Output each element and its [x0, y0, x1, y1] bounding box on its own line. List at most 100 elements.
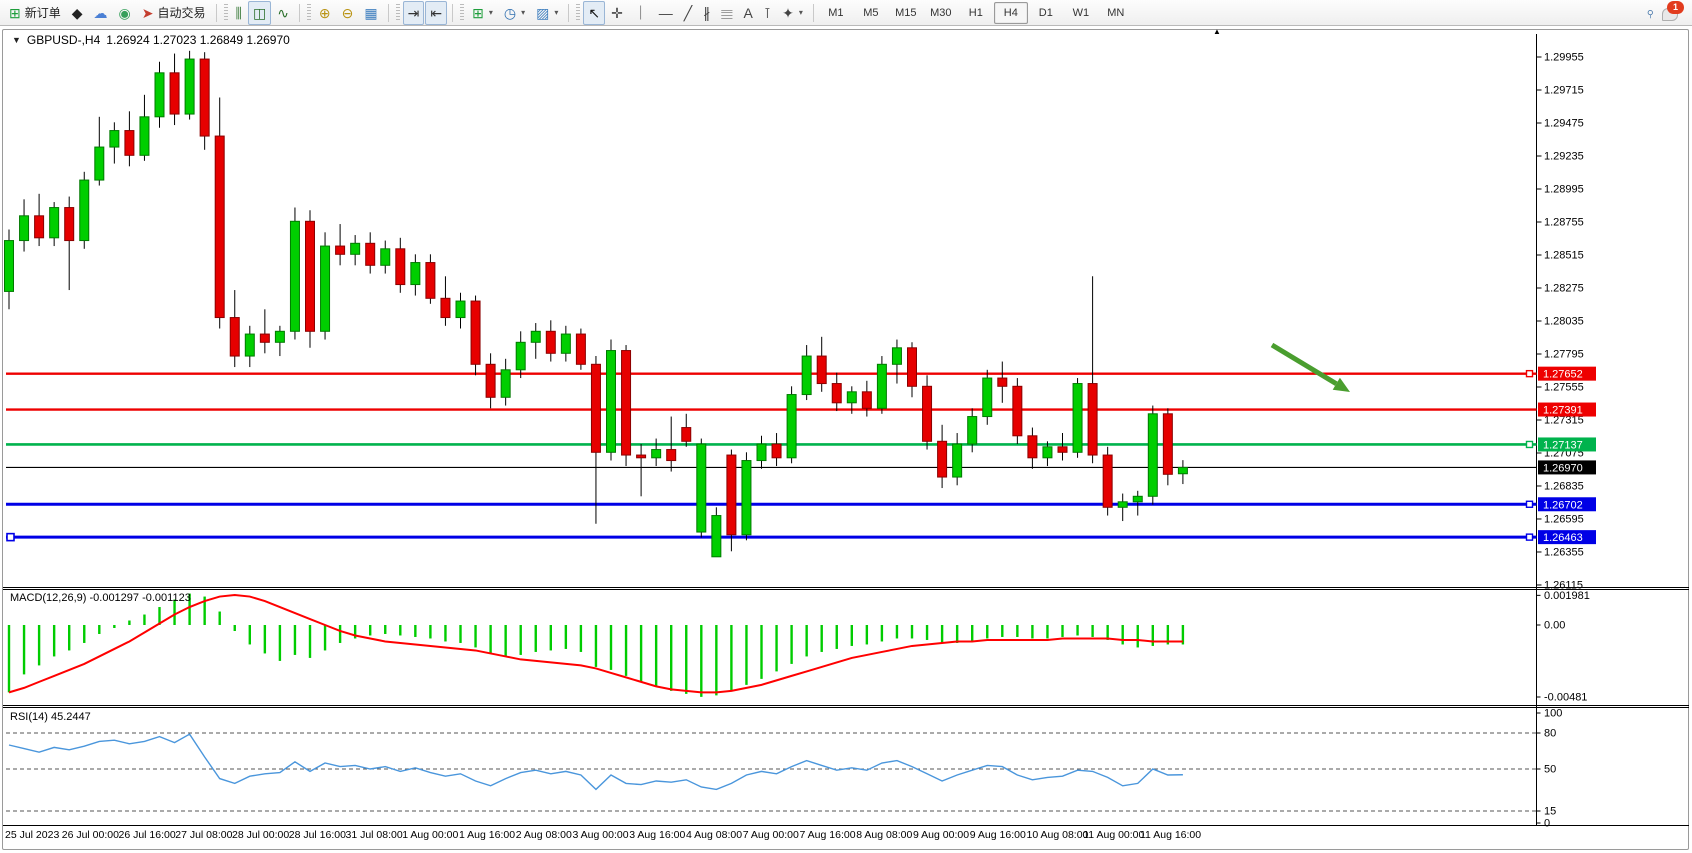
- symbol-period-label: GBPUSD-,H4: [27, 33, 100, 47]
- line-handle[interactable]: [1527, 501, 1533, 507]
- signals-button[interactable]: ◉: [114, 1, 136, 25]
- auto-scroll-button[interactable]: ⇥: [403, 1, 425, 25]
- search-icon[interactable]: ⌕: [1641, 4, 1659, 22]
- chart-shift-button[interactable]: ⇤: [425, 1, 447, 25]
- time-axis-label: 1 Aug 00:00: [402, 829, 458, 841]
- rsi-line: [9, 734, 1183, 789]
- price-line-value: 1.26970: [1543, 462, 1583, 474]
- cursor-button[interactable]: ↖: [583, 1, 605, 25]
- dropdown-caret-icon[interactable]: ▾: [554, 8, 558, 17]
- candlestick-icon: ◫: [253, 6, 266, 20]
- candle: [1013, 386, 1022, 435]
- candle: [441, 298, 450, 317]
- vertical-line-button[interactable]: ｜: [629, 1, 653, 25]
- horizontal-line-button[interactable]: —: [654, 1, 678, 25]
- candle: [667, 450, 676, 461]
- market-watch-button[interactable]: ◆: [67, 1, 88, 25]
- dropdown-caret-icon[interactable]: ▾: [799, 8, 803, 17]
- candle: [832, 384, 841, 403]
- candle: [80, 180, 89, 240]
- time-axis-label: 1 Aug 16:00: [459, 829, 515, 841]
- new-order-button[interactable]: ⊞新订单: [4, 1, 66, 25]
- profile-button[interactable]: ☁: [89, 1, 113, 25]
- price-axis-tick: 1.29715: [1544, 84, 1584, 96]
- auto-trading-icon: ➤: [142, 6, 154, 20]
- candle: [396, 249, 405, 285]
- candle: [591, 364, 600, 452]
- timeframe-m15-button[interactable]: M15: [889, 2, 923, 24]
- toolbar-grip: [307, 4, 311, 22]
- candle: [426, 263, 435, 299]
- candle: [155, 73, 164, 117]
- trend-arrow-object[interactable]: [1272, 345, 1336, 384]
- timeframe-w1-button[interactable]: W1: [1064, 2, 1098, 24]
- candlestick-button[interactable]: ◫: [248, 1, 271, 25]
- text-button[interactable]: A: [738, 1, 757, 25]
- bar-chart-button[interactable]: ⫼: [231, 1, 247, 25]
- chart-shift-marker-icon[interactable]: ▲: [1213, 27, 1221, 36]
- zoom-out-button[interactable]: ⊖: [337, 1, 359, 25]
- auto-trading-button[interactable]: ➤自动交易: [137, 1, 211, 25]
- candle: [637, 455, 646, 458]
- candle: [456, 301, 465, 317]
- timeframe-h1-button[interactable]: H1: [959, 2, 993, 24]
- line-chart-button[interactable]: ∿: [272, 1, 294, 25]
- dropdown-caret-icon[interactable]: ▾: [489, 8, 493, 17]
- price-chart-canvas[interactable]: 1.299551.297151.294751.292351.289951.287…: [0, 0, 1692, 853]
- price-axis-tick: 1.26595: [1544, 513, 1584, 525]
- trendline-button[interactable]: ╱: [679, 1, 697, 25]
- candle: [1178, 467, 1187, 473]
- candle: [652, 450, 661, 458]
- timeframe-d1-button[interactable]: D1: [1029, 2, 1063, 24]
- candle: [245, 334, 254, 356]
- timeframe-m1-button[interactable]: M1: [819, 2, 853, 24]
- collapse-arrow-icon[interactable]: ▼: [12, 35, 21, 45]
- timeframe-h4-button[interactable]: H4: [994, 2, 1028, 24]
- candle: [742, 461, 751, 535]
- label-button[interactable]: ⊺: [759, 1, 776, 25]
- candle: [501, 370, 510, 397]
- rsi-axis-tick: 0: [1544, 818, 1550, 830]
- candle: [125, 131, 134, 156]
- candle: [35, 216, 44, 238]
- timeframe-mn-button[interactable]: MN: [1099, 2, 1133, 24]
- candle: [50, 208, 59, 238]
- candle: [1148, 414, 1157, 496]
- line-handle[interactable]: [7, 534, 14, 541]
- dropdown-caret-icon[interactable]: ▾: [521, 8, 525, 17]
- candle: [998, 378, 1007, 386]
- candle: [185, 59, 194, 114]
- price-line-value: 1.27137: [1543, 439, 1583, 451]
- indicators-button[interactable]: ⊞▾: [467, 1, 498, 25]
- fibonacci-button[interactable]: 𝄙: [716, 1, 737, 25]
- rsi-axis-tick: 50: [1544, 764, 1556, 776]
- profile-icon: ☁: [94, 6, 108, 20]
- tile-windows-button[interactable]: ▦: [359, 1, 382, 25]
- auto-scroll-icon: ⇥: [408, 6, 420, 20]
- candle: [682, 428, 691, 442]
- timeframe-m5-button[interactable]: M5: [854, 2, 888, 24]
- channel-button[interactable]: ∦: [698, 1, 715, 25]
- line-handle[interactable]: [1527, 371, 1533, 377]
- timeframe-m30-button[interactable]: M30: [924, 2, 958, 24]
- candle: [983, 378, 992, 416]
- time-axis-label: 11 Aug 16:00: [1140, 829, 1201, 841]
- crosshair-button[interactable]: ✛: [606, 1, 628, 25]
- chart-title: ▼ GBPUSD-,H4 1.26924 1.27023 1.26849 1.2…: [12, 33, 290, 47]
- price-axis-tick: 1.26835: [1544, 480, 1584, 492]
- candle: [622, 351, 631, 455]
- arrows-button[interactable]: ✦▾: [777, 1, 808, 25]
- line-handle[interactable]: [1527, 441, 1533, 447]
- zoom-in-button[interactable]: ⊕: [314, 1, 336, 25]
- time-axis-label: 25 Jul 2023: [5, 829, 59, 841]
- candle: [20, 216, 29, 241]
- notifications-button[interactable]: 1: [1662, 4, 1682, 22]
- price-axis-tick: 1.29235: [1544, 150, 1584, 162]
- templates-button[interactable]: ▨▾: [531, 1, 563, 25]
- time-axis-label: 7 Aug 16:00: [800, 829, 856, 841]
- line-handle[interactable]: [1527, 534, 1533, 540]
- candle: [260, 334, 269, 342]
- toolbar-grip: [224, 4, 228, 22]
- time-axis-label: 8 Aug 08:00: [856, 829, 912, 841]
- periods-button[interactable]: ◷▾: [499, 1, 530, 25]
